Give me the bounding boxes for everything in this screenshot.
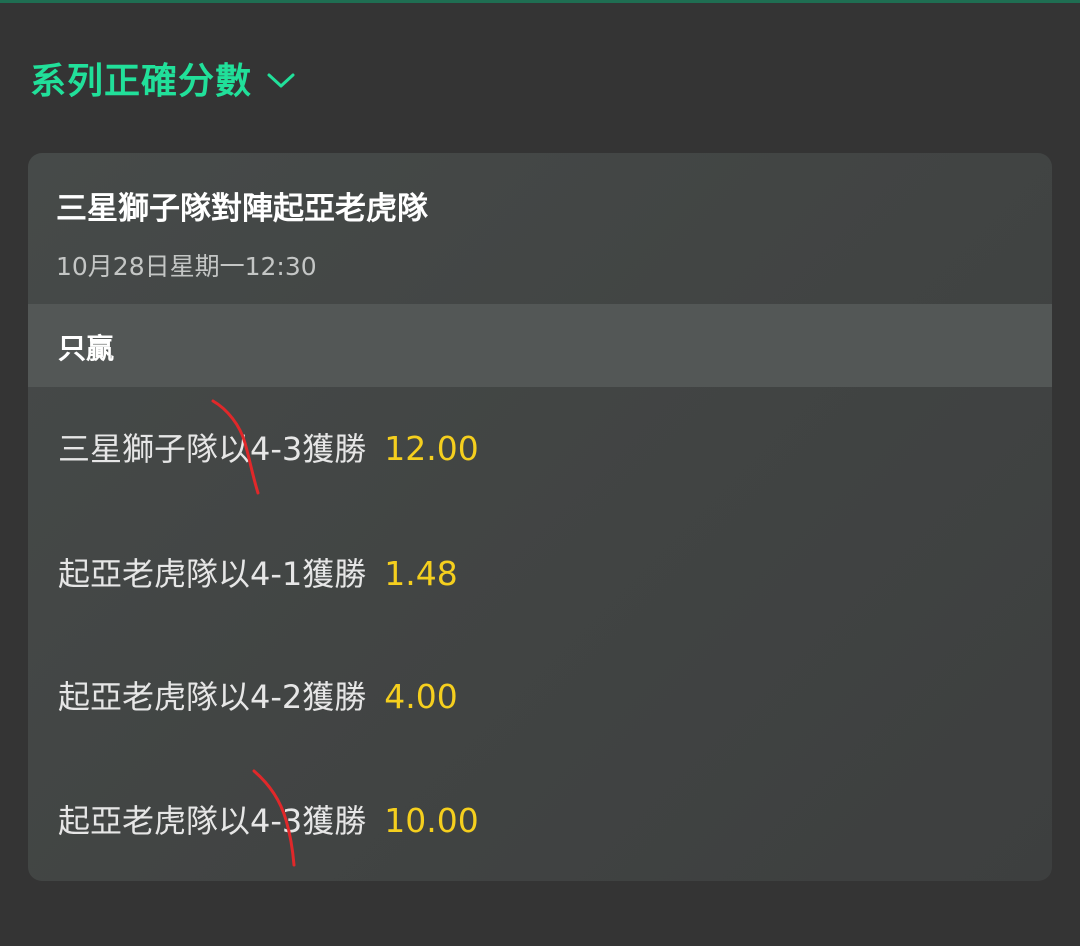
match-title: 三星獅子隊對陣起亞老虎隊	[56, 191, 428, 227]
outcome-odds[interactable]: 1.48	[384, 554, 457, 593]
top-divider	[0, 0, 1080, 3]
market-label: 只贏	[58, 332, 115, 365]
match-card: 三星獅子隊對陣起亞老虎隊 10月28日星期一12:30 只贏 三星獅子隊以4-3…	[28, 153, 1052, 881]
section-title: 系列正確分數	[30, 61, 253, 102]
outcome-row[interactable]: 三星獅子隊以4-3獲勝 12.00	[58, 424, 479, 470]
outcome-odds[interactable]: 10.00	[384, 801, 478, 840]
outcome-row[interactable]: 起亞老虎隊以4-1獲勝 1.48	[58, 549, 458, 595]
outcome-label: 三星獅子隊以4-3獲勝	[58, 430, 367, 468]
outcome-label: 起亞老虎隊以4-3獲勝	[58, 802, 367, 840]
match-date: 10月28日星期一12:30	[56, 252, 317, 281]
outcome-odds[interactable]: 4.00	[384, 677, 457, 716]
market-header: 只贏	[28, 304, 1052, 387]
outcome-label: 起亞老虎隊以4-2獲勝	[58, 678, 367, 716]
outcome-row[interactable]: 起亞老虎隊以4-3獲勝 10.00	[58, 796, 479, 842]
outcome-odds[interactable]: 12.00	[384, 429, 478, 468]
series-correct-score-header[interactable]: 系列正確分數	[30, 52, 296, 104]
chevron-down-icon	[267, 73, 295, 88]
outcome-label: 起亞老虎隊以4-1獲勝	[58, 555, 367, 593]
outcome-row[interactable]: 起亞老虎隊以4-2獲勝 4.00	[58, 672, 458, 718]
